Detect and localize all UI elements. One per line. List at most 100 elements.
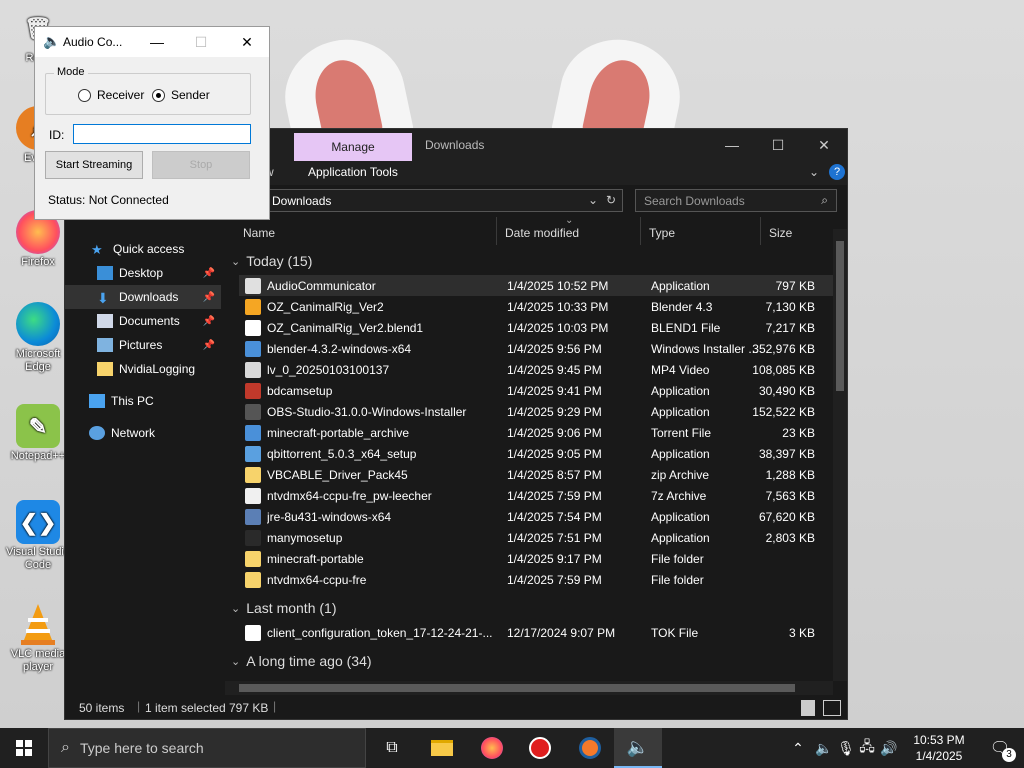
network-tray-icon[interactable]: 🖧 (856, 736, 878, 760)
id-label: ID: (49, 128, 65, 142)
details-view-icon[interactable] (801, 700, 815, 716)
refresh-icon[interactable]: ↻ (606, 193, 616, 207)
nav-item-desktop[interactable]: Desktop 📌 (65, 261, 221, 285)
file-row[interactable]: OBS-Studio-31.0.0-Windows-Installer 1/4/2… (239, 401, 833, 422)
help-icon[interactable]: ? (829, 164, 845, 180)
start-streaming-button[interactable]: Start Streaming (45, 151, 143, 179)
group-header-last-month[interactable]: ⌄ Last month (1) (231, 600, 336, 616)
minimize-icon: — (150, 34, 164, 50)
file-name: bdcamsetup (267, 383, 333, 398)
column-header-size[interactable]: Size (761, 217, 833, 245)
star-icon: ★ (91, 242, 103, 257)
file-row[interactable]: AudioCommunicator 1/4/2025 10:52 PM Applic… (239, 275, 833, 296)
file-name: manymosetup (267, 530, 343, 545)
nav-item-documents[interactable]: Documents 📌 (65, 309, 221, 333)
dialog-close-button[interactable]: ✕ (225, 27, 269, 57)
radio-sender[interactable]: Sender (152, 88, 210, 102)
start-button[interactable] (0, 728, 48, 768)
taskbar-file-explorer[interactable] (418, 728, 466, 768)
taskbar-blender[interactable] (566, 728, 614, 768)
id-input[interactable] (73, 124, 251, 144)
address-dropdown-icon[interactable]: ⌄ (588, 193, 598, 207)
file-row[interactable]: bdcamsetup 1/4/2025 9:41 PM Application 30,… (239, 380, 833, 401)
notifications-button[interactable]: 🗨 3 (976, 728, 1024, 768)
maximize-button[interactable]: ☐ (755, 129, 801, 161)
file-name: qbittorrent_5.0.3_x64_setup (267, 446, 417, 461)
file-row[interactable]: jre-8u431-windows-x64 1/4/2025 7:54 PM App… (239, 506, 833, 527)
nav-item-pictures[interactable]: Pictures 📌 (65, 333, 221, 357)
edge-icon (16, 302, 60, 346)
file-size: 3 KB (788, 625, 815, 640)
vscode-icon: ❮❯ (16, 500, 60, 544)
speaker-tray-icon[interactable]: 🔊 (878, 740, 900, 757)
show-hidden-icons-chevron-icon[interactable]: ⌃ (790, 740, 806, 757)
ribbon-collapse-chevron-icon[interactable]: ⌄ (809, 165, 819, 179)
file-date: 1/4/2025 10:52 PM (507, 278, 609, 293)
file-row[interactable]: blender-4.3.2-windows-x64 1/4/2025 9:56 P… (239, 338, 833, 359)
scroll-thumb[interactable] (239, 684, 795, 692)
file-row[interactable]: minecraft-portable_archive 1/4/2025 9:06 … (239, 422, 833, 443)
file-type: File folder (651, 572, 704, 587)
file-name: lv_0_20250103100137 (267, 362, 390, 377)
nav-item-this-pc[interactable]: This PC (65, 389, 221, 413)
taskbar-firefox[interactable] (468, 728, 516, 768)
blender-icon (245, 298, 261, 315)
address-bar[interactable]: Downloads ⌄ ↻ (265, 189, 623, 212)
file-row[interactable]: manymosetup 1/4/2025 7:51 PM Application 2,… (239, 527, 833, 548)
torrent-icon (245, 424, 261, 441)
dialog-title-bar: 🔈 Audio Co... — ☐ ✕ (35, 27, 269, 57)
group-header-today[interactable]: ⌄ Today (15) (231, 253, 312, 269)
dialog-minimize-button[interactable]: — (135, 27, 179, 57)
column-header-type[interactable]: Type (641, 217, 761, 245)
large-icons-view-icon[interactable] (823, 700, 841, 716)
column-header-name[interactable]: Name (235, 217, 497, 245)
minimize-button[interactable]: — (709, 129, 755, 161)
clock[interactable]: 10:53 PM 1/4/2025 (908, 732, 970, 764)
tab-manage[interactable]: Manage (294, 133, 412, 161)
maximize-icon: ☐ (194, 33, 208, 50)
file-size: 7,217 KB (765, 320, 815, 335)
file-row[interactable]: ntvdmx64-ccpu-fre 1/4/2025 7:59 PM File fo… (239, 569, 833, 590)
file-row[interactable]: VBCABLE_Driver_Pack45 1/4/2025 8:57 PM zip… (239, 464, 833, 485)
file-row[interactable]: ntvdmx64-ccpu-fre_pw-leecher 1/4/2025 7:5… (239, 485, 833, 506)
file-row[interactable]: lv_0_20250103100137 1/4/2025 9:45 PM MP4 V… (239, 359, 833, 380)
microphone-icon[interactable]: 🎙 (836, 740, 856, 757)
close-icon: ✕ (818, 136, 830, 153)
tab-application-tools[interactable]: Application Tools (308, 165, 398, 179)
file-row[interactable]: client_configuration_token_17-12-24-21-.… (239, 622, 833, 643)
taskbar-task-view[interactable]: ⧉ (368, 728, 416, 768)
search-input[interactable]: Search Downloads ⌕ (635, 189, 837, 212)
file-date: 1/4/2025 8:57 PM (507, 467, 602, 482)
file-size: 23 KB (782, 425, 815, 440)
taskbar-search-box[interactable]: ⌕ Type here to search (48, 728, 366, 768)
taskbar-recorder[interactable] (516, 728, 564, 768)
chevron-down-icon: ⌄ (231, 602, 241, 615)
file-name: client_configuration_token_17-12-24-21-.… (267, 625, 493, 640)
file-name: minecraft-portable_archive (267, 425, 410, 440)
file-row[interactable]: OZ_CanimalRig_Ver2 1/4/2025 10:33 PM Blend… (239, 296, 833, 317)
scroll-thumb[interactable] (836, 241, 844, 391)
file-row[interactable]: minecraft-portable 1/4/2025 9:17 PM File f… (239, 548, 833, 569)
nav-item-downloads[interactable]: ⬇ Downloads 📌 (65, 285, 221, 309)
file-size: 152,522 KB (752, 404, 815, 419)
vertical-scrollbar[interactable] (833, 229, 847, 681)
chevron-down-icon: ⌄ (231, 655, 241, 668)
radio-receiver[interactable]: Receiver (78, 88, 144, 102)
group-header-long-ago[interactable]: ⌄ A long time ago (34) (231, 653, 372, 669)
nav-item-network[interactable]: Network (65, 421, 221, 445)
file-name: ntvdmx64-ccpu-fre_pw-leecher (267, 488, 432, 503)
file-name: OZ_CanimalRig_Ver2.blend1 (267, 320, 424, 335)
close-button[interactable]: ✕ (801, 129, 847, 161)
file-size: 7,563 KB (765, 488, 815, 503)
nav-item-quick-access[interactable]: ★ Quick access (65, 237, 221, 261)
nav-item-nvidialogging[interactable]: NvidiaLogging (65, 357, 221, 381)
mode-group: Mode Receiver Sender (45, 66, 251, 115)
taskbar-audio-communicator[interactable]: 🔈 (614, 728, 662, 768)
file-row[interactable]: OZ_CanimalRig_Ver2.blend1 1/4/2025 10:03 … (239, 317, 833, 338)
horizontal-scrollbar[interactable] (225, 681, 833, 695)
dialog-title: Audio Co... (63, 35, 123, 49)
volume-icon[interactable]: 🔈 (812, 740, 836, 757)
file-name: jre-8u431-windows-x64 (267, 509, 392, 524)
task-view-icon: ⧉ (386, 739, 398, 756)
file-row[interactable]: qbittorrent_5.0.3_x64_setup 1/4/2025 9:05… (239, 443, 833, 464)
